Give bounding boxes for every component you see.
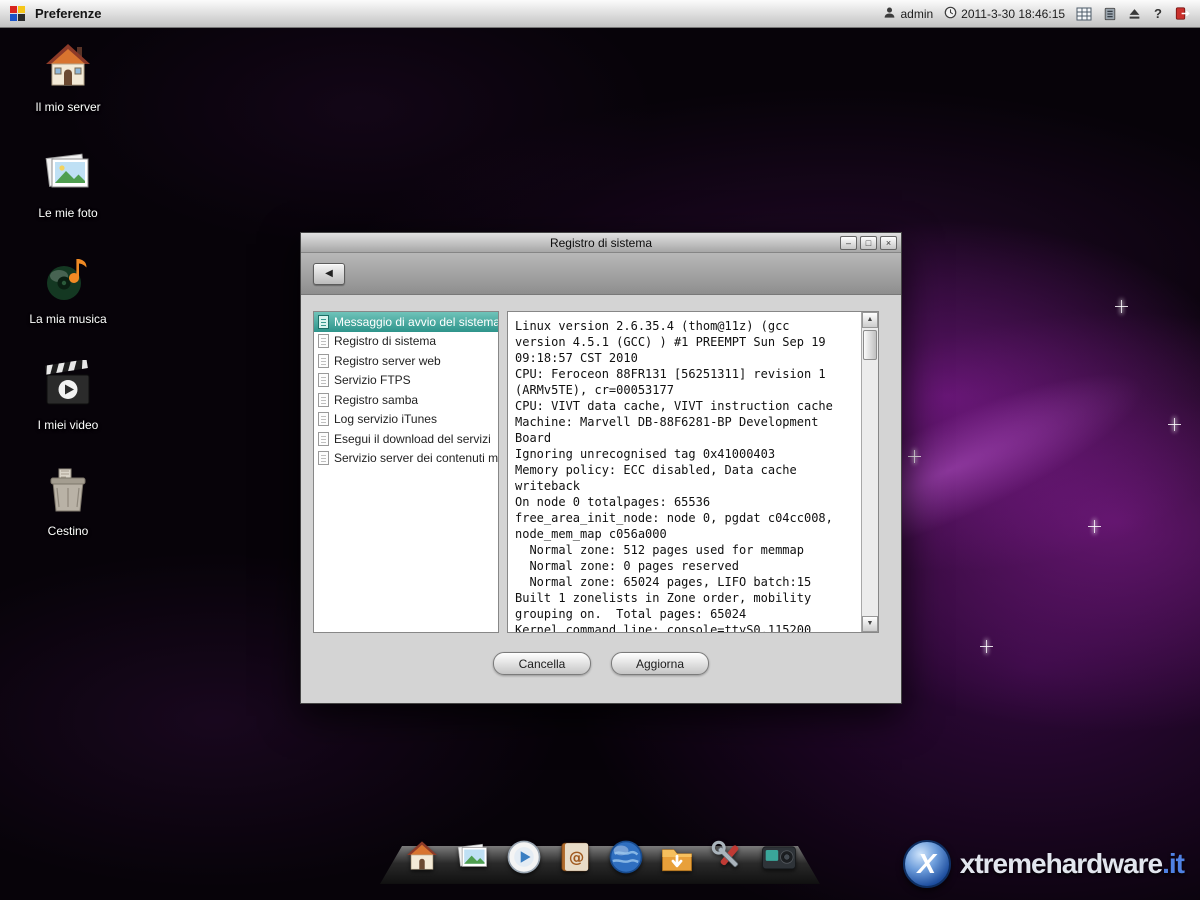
list-item-download-service[interactable]: Esegui il download del servizi	[314, 429, 498, 449]
desktop-icon-label: I miei video	[38, 418, 99, 432]
dock-downloads-icon[interactable]	[657, 837, 697, 877]
list-item-system-log[interactable]: Registro di sistema	[314, 332, 498, 352]
dialog-button-row: Cancella Aggiorna	[301, 652, 901, 675]
page-title: Preferenze	[35, 6, 101, 21]
close-button[interactable]: ×	[880, 236, 897, 250]
dock-camera-icon[interactable]	[759, 837, 799, 877]
sparkle-decoration	[980, 640, 993, 653]
svg-text:@: @	[568, 848, 583, 866]
scrollbar-thumb[interactable]	[863, 330, 877, 360]
desktop-icon-label: La mia musica	[29, 312, 106, 326]
scroll-up-button[interactable]: ▲	[862, 312, 878, 328]
dock-browser-icon[interactable]	[606, 837, 646, 877]
document-icon	[318, 334, 329, 348]
list-item-boot-message[interactable]: Messaggio di avvio del sistema	[314, 312, 498, 332]
topbar-status-area: admin 2011-3-30 18:46:15 ?	[883, 6, 1190, 22]
window-title: Registro di sistema	[550, 236, 652, 250]
trash-icon	[42, 466, 94, 521]
list-item-media-server[interactable]: Servizio server dei contenuti m	[314, 449, 498, 469]
sparkle-decoration	[1168, 418, 1181, 431]
server-status-button[interactable]	[1103, 7, 1117, 21]
grid-icon	[1076, 7, 1092, 21]
list-item-web-server-log[interactable]: Registro server web	[314, 351, 498, 371]
cancel-button[interactable]: Cancella	[493, 652, 591, 675]
dock-tools-icon[interactable]	[708, 837, 748, 877]
desktop-icon-my-server[interactable]: Il mio server	[20, 42, 116, 114]
document-icon	[318, 354, 329, 368]
document-icon	[318, 412, 329, 426]
user-menu[interactable]: admin	[883, 6, 933, 22]
desktop-icon-my-music[interactable]: La mia musica	[20, 254, 116, 326]
help-button[interactable]: ?	[1152, 6, 1164, 21]
desktop-icon-trash[interactable]: Cestino	[20, 466, 116, 538]
home-icon	[42, 42, 94, 97]
username: admin	[900, 7, 933, 21]
dock-contacts-icon[interactable]: @	[555, 837, 595, 877]
dock-media-player-icon[interactable]	[504, 837, 544, 877]
app-logo-icon	[10, 6, 25, 21]
window-toolbar: ◀	[301, 253, 901, 295]
list-item-label: Registro di sistema	[334, 334, 436, 348]
eject-button[interactable]	[1128, 8, 1141, 20]
photos-icon	[42, 148, 94, 203]
window-content: Messaggio di avvio del sistema Registro …	[301, 295, 901, 703]
site-branding: X xtremehardware.it	[903, 840, 1184, 888]
list-item-label: Esegui il download del servizi	[334, 432, 491, 446]
system-log-window: Registro di sistema – □ × ◀ Messaggio di…	[300, 232, 902, 704]
table-view-button[interactable]	[1076, 7, 1092, 21]
list-item-label: Servizio FTPS	[334, 373, 411, 387]
clock-icon	[944, 6, 957, 22]
desktop-icon-label: Le mie foto	[38, 206, 97, 220]
user-icon	[883, 6, 896, 22]
log-scrollbar[interactable]: ▲ ▼	[861, 312, 878, 632]
refresh-button[interactable]: Aggiorna	[611, 652, 709, 675]
list-item-label: Registro samba	[334, 393, 418, 407]
logout-icon	[1175, 6, 1190, 21]
document-icon	[318, 432, 329, 446]
log-text: Linux version 2.6.35.4 (thom@11z) (gcc v…	[508, 312, 861, 632]
list-item-label: Servizio server dei contenuti m	[334, 451, 498, 465]
list-item-label: Messaggio di avvio del sistema	[334, 315, 498, 329]
sparkle-decoration	[1115, 300, 1128, 313]
eject-icon	[1128, 8, 1141, 20]
desktop-icon-my-photos[interactable]: Le mie foto	[20, 148, 116, 220]
sparkle-decoration	[1088, 520, 1101, 533]
list-item-itunes-log[interactable]: Log servizio iTunes	[314, 410, 498, 430]
dock: @	[380, 842, 820, 884]
topbar: Preferenze admin 2011-3-30 18:46:15	[0, 0, 1200, 28]
videos-icon	[42, 360, 94, 415]
desktop-icon-label: Il mio server	[35, 100, 100, 114]
server-rack-icon	[1103, 7, 1117, 21]
nas-desktop: Preferenze admin 2011-3-30 18:46:15	[0, 0, 1200, 900]
dock-photos-icon[interactable]	[453, 837, 493, 877]
window-titlebar[interactable]: Registro di sistema – □ ×	[301, 233, 901, 253]
document-icon	[318, 373, 329, 387]
minimize-button[interactable]: –	[840, 236, 857, 250]
desktop-icon-label: Cestino	[48, 524, 89, 538]
dock-home-icon[interactable]	[402, 837, 442, 877]
xtremehardware-logo-icon: X	[903, 840, 951, 888]
document-icon	[318, 451, 329, 465]
list-item-label: Log servizio iTunes	[334, 412, 437, 426]
list-item-label: Registro server web	[334, 354, 441, 368]
document-icon	[318, 315, 329, 329]
xtremehardware-wordmark: xtremehardware.it	[960, 848, 1184, 880]
logout-button[interactable]	[1175, 6, 1190, 21]
desktop-icon-my-videos[interactable]: I miei video	[20, 360, 116, 432]
clock-display: 2011-3-30 18:46:15	[944, 6, 1065, 22]
document-icon	[318, 393, 329, 407]
log-viewer-panel: Linux version 2.6.35.4 (thom@11z) (gcc v…	[507, 311, 879, 633]
music-icon	[42, 254, 94, 309]
list-item-ftps-service[interactable]: Servizio FTPS	[314, 371, 498, 391]
scroll-down-button[interactable]: ▼	[862, 616, 878, 632]
datetime: 2011-3-30 18:46:15	[961, 7, 1065, 21]
sparkle-decoration	[908, 450, 921, 463]
dock-icon-row: @	[380, 837, 820, 877]
back-button[interactable]: ◀	[313, 263, 345, 285]
desktop-icon-column: Il mio server Le mie foto	[20, 42, 116, 538]
list-item-samba-log[interactable]: Registro samba	[314, 390, 498, 410]
log-category-list: Messaggio di avvio del sistema Registro …	[313, 311, 499, 633]
window-controls: – □ ×	[840, 236, 897, 250]
maximize-button[interactable]: □	[860, 236, 877, 250]
